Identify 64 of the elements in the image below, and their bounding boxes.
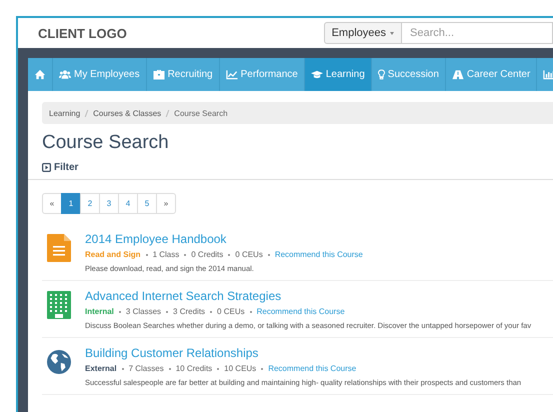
breadcrumb-link[interactable]: Learning bbox=[49, 108, 80, 118]
page-link[interactable]: 2 bbox=[80, 193, 100, 214]
document-icon bbox=[47, 234, 71, 262]
course-meta: 0 CEUs bbox=[235, 250, 263, 259]
nav-tab[interactable]: My Employees bbox=[53, 58, 147, 91]
graduation-cap-icon bbox=[310, 69, 323, 80]
recommend-link[interactable]: Recommend this Course bbox=[274, 250, 363, 259]
search-scope-dropdown[interactable]: Employees bbox=[324, 22, 402, 44]
course-meta: 3 Classes bbox=[126, 307, 162, 316]
line-chart-icon bbox=[226, 69, 238, 80]
bullet-separator bbox=[146, 254, 148, 256]
breadcrumb-separator bbox=[166, 110, 170, 116]
breadcrumb-separator bbox=[84, 110, 88, 116]
bar-chart-icon bbox=[543, 69, 553, 80]
nav-tab[interactable]: Succession bbox=[372, 58, 446, 91]
bullet-separator bbox=[118, 310, 121, 312]
filter-toggle[interactable]: Filter bbox=[42, 162, 78, 173]
home-icon bbox=[34, 69, 46, 80]
course-title-link[interactable]: 2014 Employee Handbook bbox=[85, 232, 363, 246]
course-title-link[interactable]: Building Customer Relationships bbox=[85, 346, 522, 360]
bullet-separator bbox=[228, 254, 230, 256]
course-type-label: Read and Sign bbox=[85, 250, 141, 259]
course-meta: 3 Credits bbox=[173, 307, 206, 316]
bullet-separator bbox=[261, 368, 264, 370]
breadcrumb-link[interactable]: Courses & Classes bbox=[93, 108, 162, 118]
course-type-label: External bbox=[85, 364, 117, 373]
building-icon bbox=[47, 291, 71, 319]
bullet-separator bbox=[268, 254, 270, 256]
bullet-separator bbox=[166, 310, 168, 312]
page-title: Course Search bbox=[42, 132, 170, 154]
recommend-link[interactable]: Recommend this Course bbox=[268, 364, 356, 373]
page-link[interactable]: 5 bbox=[137, 193, 157, 214]
course-meta: 10 Credits bbox=[176, 364, 212, 373]
client-logo: CLIENT LOGO bbox=[38, 26, 127, 40]
page-link[interactable]: 3 bbox=[99, 193, 119, 214]
page-link[interactable]: 1 bbox=[61, 193, 81, 214]
course-meta: 7 Classes bbox=[128, 364, 164, 373]
course-meta: 1 Class bbox=[152, 250, 180, 259]
course-meta: 0 CEUs bbox=[217, 307, 245, 316]
nav-tab[interactable]: Recruiting bbox=[146, 58, 220, 91]
bullet-separator bbox=[122, 368, 124, 370]
course-meta: 10 CEUs bbox=[224, 364, 256, 373]
course-meta: 0 Credits bbox=[191, 250, 224, 259]
bullet-separator bbox=[217, 368, 220, 370]
bullet-separator bbox=[168, 368, 171, 370]
page-link[interactable]: » bbox=[156, 193, 176, 214]
breadcrumb-current: Course Search bbox=[174, 108, 228, 118]
search-field[interactable]: Search... bbox=[402, 22, 553, 44]
bullet-separator bbox=[250, 310, 252, 312]
users-icon bbox=[59, 69, 71, 80]
lightbulb-icon bbox=[378, 69, 385, 80]
expand-icon bbox=[42, 163, 51, 172]
bullet-separator bbox=[184, 254, 186, 256]
nav-tab[interactable]: Career Center bbox=[446, 58, 538, 91]
caret-icon bbox=[390, 32, 394, 35]
road-icon bbox=[452, 69, 464, 80]
bullet-separator bbox=[210, 310, 212, 312]
page-link[interactable]: 4 bbox=[118, 193, 138, 214]
recommend-link[interactable]: Recommend this Course bbox=[256, 307, 345, 316]
briefcase-icon bbox=[152, 69, 165, 80]
course-title-link[interactable]: Advanced Internet Search Strategies bbox=[85, 289, 532, 303]
globe-icon bbox=[47, 348, 71, 376]
nav-tab[interactable]: Learning bbox=[304, 58, 372, 91]
course-type-label: Internal bbox=[85, 307, 114, 316]
